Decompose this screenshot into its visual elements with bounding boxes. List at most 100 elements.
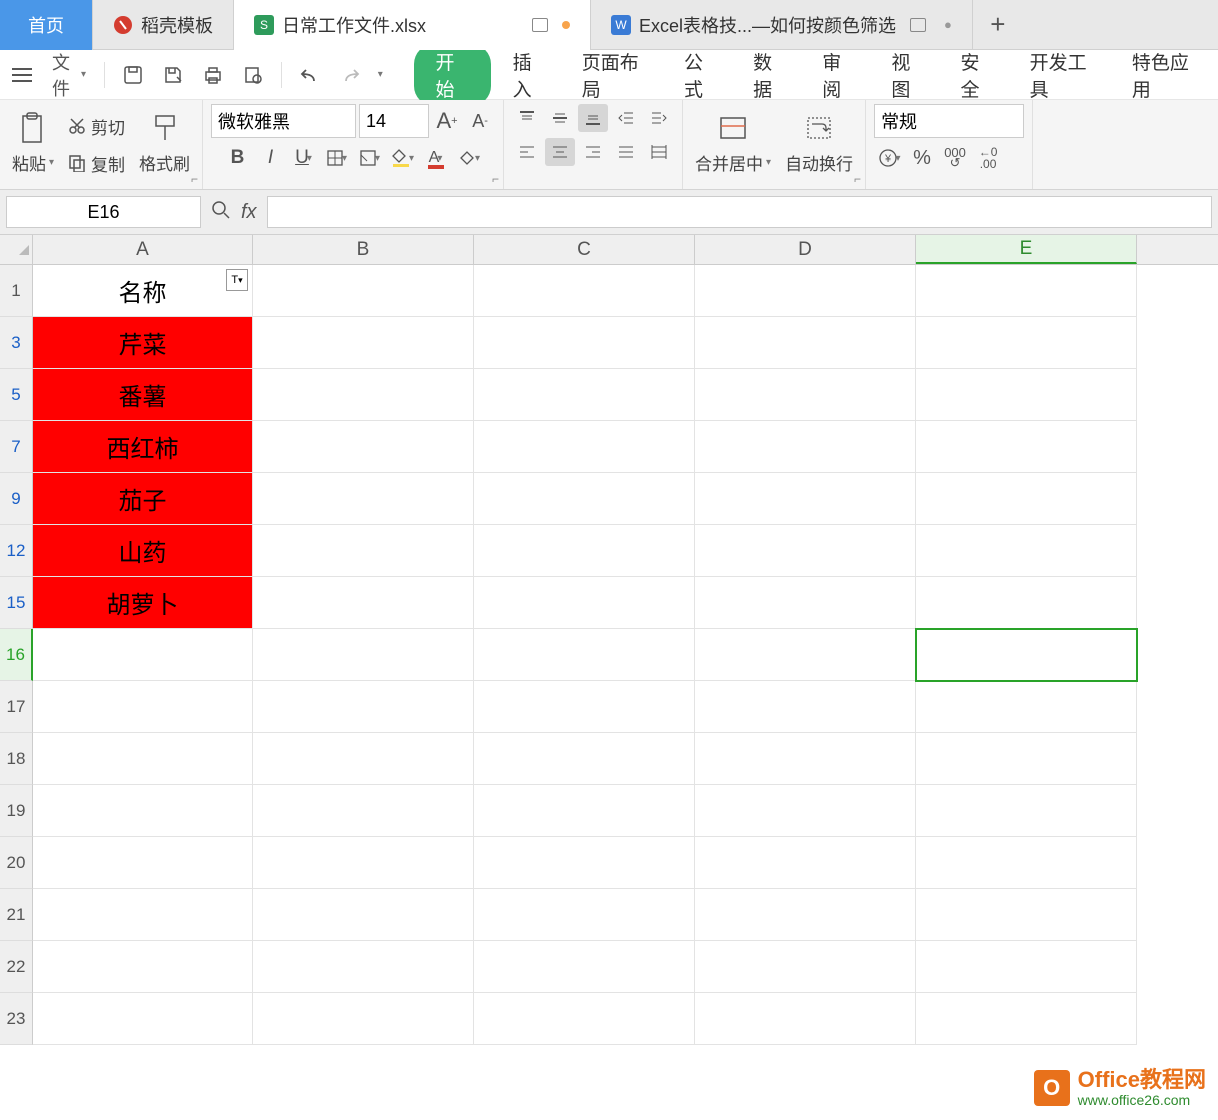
name-box[interactable] <box>6 196 201 228</box>
cell[interactable] <box>33 681 253 733</box>
cell[interactable] <box>253 733 474 785</box>
menu-security[interactable]: 安全 <box>946 44 1007 106</box>
col-header-C[interactable]: C <box>474 235 695 264</box>
cell[interactable] <box>916 577 1137 629</box>
cell[interactable] <box>695 629 916 681</box>
row-header[interactable]: 7 <box>0 421 33 473</box>
menu-review[interactable]: 审阅 <box>808 44 869 106</box>
cell[interactable] <box>474 369 695 421</box>
window-icon[interactable] <box>532 18 548 32</box>
cell[interactable] <box>474 577 695 629</box>
cell[interactable] <box>695 473 916 525</box>
increase-indent-icon[interactable] <box>644 104 674 132</box>
paste-icon[interactable] <box>19 112 47 146</box>
cell[interactable] <box>253 369 474 421</box>
cell[interactable] <box>474 473 695 525</box>
cell[interactable] <box>253 629 474 681</box>
cell[interactable] <box>33 993 253 1045</box>
wrap-text-icon[interactable] <box>804 112 834 146</box>
cell[interactable] <box>916 889 1137 941</box>
cell[interactable] <box>695 785 916 837</box>
format-painter-icon[interactable] <box>152 112 178 146</box>
col-header-D[interactable]: D <box>695 235 916 264</box>
align-right-icon[interactable] <box>578 138 608 166</box>
italic-button[interactable]: I <box>256 144 286 172</box>
cell[interactable] <box>474 629 695 681</box>
print-icon[interactable] <box>197 61 229 89</box>
align-top-icon[interactable] <box>512 104 542 132</box>
cell[interactable] <box>695 525 916 577</box>
cell[interactable] <box>253 265 474 317</box>
fx-label[interactable]: fx <box>241 201 257 224</box>
cell[interactable] <box>474 785 695 837</box>
underline-button[interactable]: U▾ <box>289 144 319 172</box>
col-header-E[interactable]: E <box>916 235 1137 264</box>
cell[interactable] <box>253 473 474 525</box>
cell[interactable] <box>695 577 916 629</box>
cell[interactable] <box>916 993 1137 1045</box>
cell[interactable] <box>695 733 916 785</box>
cell[interactable] <box>916 421 1137 473</box>
menu-devtools[interactable]: 开发工具 <box>1016 44 1110 106</box>
print-preview-icon[interactable] <box>237 61 269 89</box>
decrease-indent-icon[interactable] <box>611 104 641 132</box>
cell[interactable] <box>474 993 695 1045</box>
comma-button[interactable]: 000↺ <box>940 144 970 172</box>
tab-exceltip[interactable]: W Excel表格技...—如何按颜色筛选 ● <box>591 0 973 50</box>
border-button[interactable]: ▾ <box>322 144 352 172</box>
cell[interactable] <box>695 317 916 369</box>
more-quick-icon[interactable]: ▾ <box>374 65 389 84</box>
menu-start[interactable]: 开始 <box>414 44 491 106</box>
formula-input[interactable] <box>267 196 1212 228</box>
hamburger-icon[interactable] <box>6 63 38 87</box>
cell[interactable] <box>474 941 695 993</box>
row-header[interactable]: 1 <box>0 265 33 317</box>
format-painter-button[interactable]: 格式刷 <box>135 148 194 177</box>
fill-color-button[interactable]: ▾ <box>388 144 418 172</box>
cell[interactable] <box>253 993 474 1045</box>
cell[interactable] <box>474 889 695 941</box>
font-color-button[interactable]: A▾ <box>421 144 451 172</box>
row-header[interactable]: 22 <box>0 941 33 993</box>
cell[interactable] <box>695 941 916 993</box>
cell[interactable] <box>695 681 916 733</box>
cell[interactable] <box>916 473 1137 525</box>
align-dialog-launcher[interactable]: ⌐ <box>854 172 861 186</box>
cut-button[interactable]: 剪切 <box>64 112 129 141</box>
row-header[interactable]: 16 <box>0 629 33 681</box>
cell[interactable] <box>916 837 1137 889</box>
align-bottom-icon[interactable] <box>578 104 608 132</box>
cell[interactable] <box>474 681 695 733</box>
copy-button[interactable]: 复制 <box>64 149 129 178</box>
menu-pagelayout[interactable]: 页面布局 <box>568 44 662 106</box>
col-header-A[interactable]: A <box>33 235 253 264</box>
cell[interactable] <box>916 733 1137 785</box>
cell[interactable] <box>33 941 253 993</box>
filter-button-icon[interactable]: T▾ <box>226 269 248 291</box>
percent-button[interactable]: % <box>907 144 937 172</box>
cell[interactable]: 名称T▾ <box>33 265 253 317</box>
file-menu[interactable]: 文件▾ <box>46 45 92 105</box>
font-dialog-launcher[interactable]: ⌐ <box>492 172 499 186</box>
merge-center-button[interactable]: 合并居中▾ <box>691 148 775 177</box>
cell[interactable] <box>253 837 474 889</box>
save-icon[interactable] <box>117 61 149 89</box>
align-left-icon[interactable] <box>512 138 542 166</box>
cell[interactable] <box>916 317 1137 369</box>
paste-button[interactable]: 粘贴▾ <box>8 148 58 177</box>
tab-workfile[interactable]: S 日常工作文件.xlsx <box>234 0 591 50</box>
menu-special[interactable]: 特色应用 <box>1118 44 1212 106</box>
font-name-select[interactable] <box>211 104 356 138</box>
cell[interactable]: 番薯 <box>33 369 253 421</box>
row-header[interactable]: 18 <box>0 733 33 785</box>
tab-home[interactable]: 首页 <box>0 0 93 50</box>
undo-icon[interactable] <box>294 62 326 88</box>
select-all-corner[interactable] <box>0 235 33 264</box>
cell[interactable] <box>916 525 1137 577</box>
border-style-button[interactable]: ▾ <box>355 144 385 172</box>
cell[interactable] <box>253 889 474 941</box>
window-icon[interactable] <box>910 18 926 32</box>
menu-formula[interactable]: 公式 <box>670 44 731 106</box>
wrap-text-button[interactable]: 自动换行 <box>781 148 857 177</box>
cell[interactable] <box>474 733 695 785</box>
